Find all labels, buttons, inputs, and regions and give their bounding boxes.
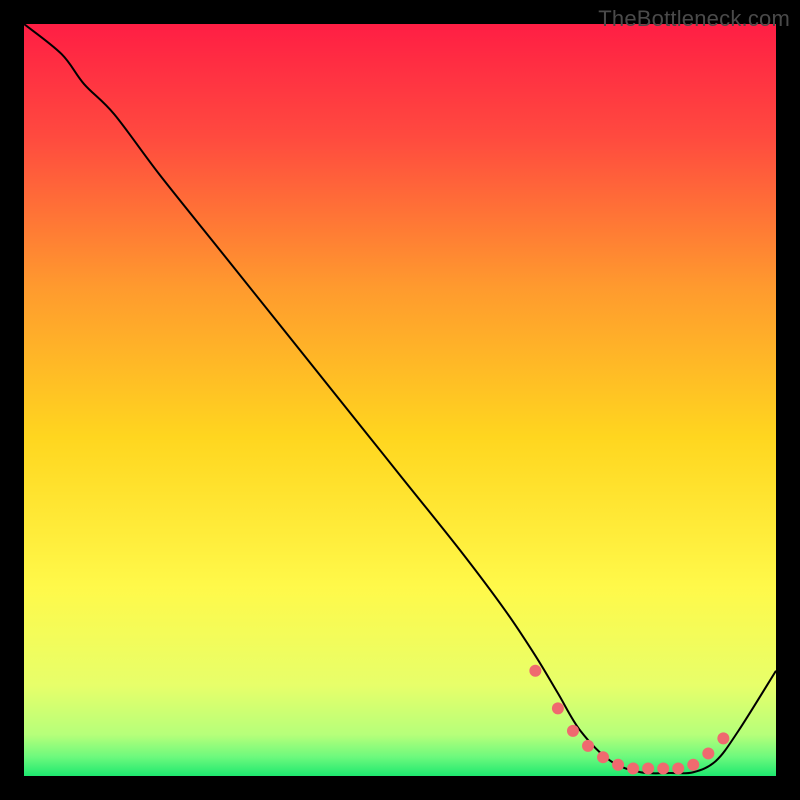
highlight-dot	[717, 732, 729, 744]
highlight-dot	[687, 759, 699, 771]
highlight-dot	[657, 762, 669, 774]
watermark-label: TheBottleneck.com	[598, 6, 790, 32]
highlight-dot	[529, 665, 541, 677]
highlight-dot	[642, 762, 654, 774]
plot-area	[24, 24, 776, 776]
plot-svg	[24, 24, 776, 776]
gradient-background	[24, 24, 776, 776]
highlight-dot	[597, 751, 609, 763]
chart-frame: TheBottleneck.com	[0, 0, 800, 800]
highlight-dot	[612, 759, 624, 771]
highlight-dot	[552, 702, 564, 714]
highlight-dot	[702, 747, 714, 759]
highlight-dot	[582, 740, 594, 752]
highlight-dot	[627, 762, 639, 774]
highlight-dot	[567, 725, 579, 737]
highlight-dot	[672, 762, 684, 774]
